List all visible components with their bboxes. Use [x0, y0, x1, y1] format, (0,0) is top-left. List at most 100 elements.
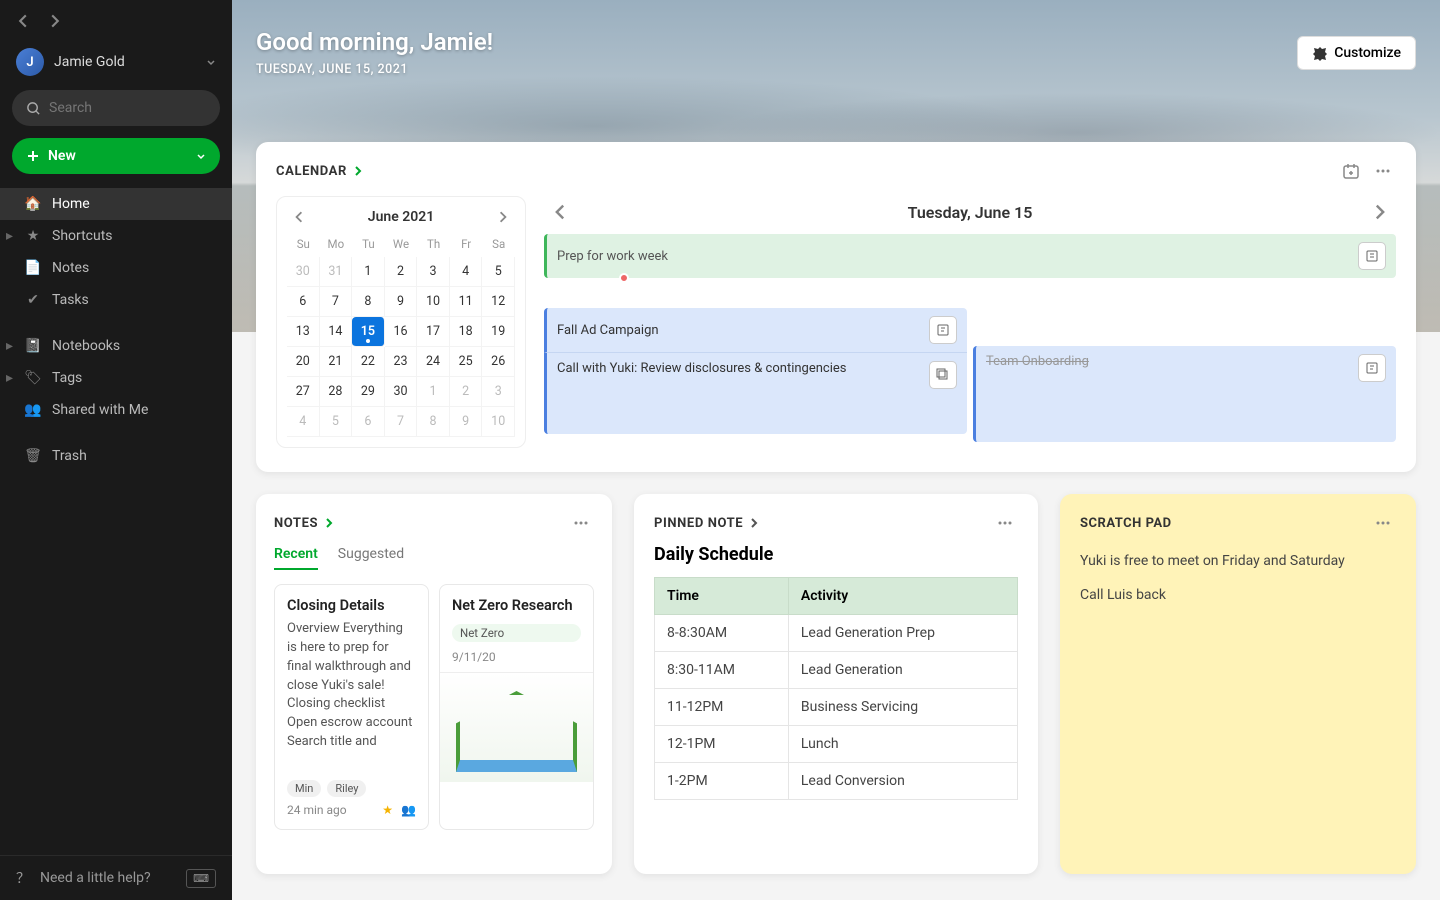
calendar-day[interactable]: 3: [482, 377, 515, 407]
note-card-netzero[interactable]: Net Zero Research Net Zero 9/11/20: [439, 584, 594, 830]
avatar: J: [16, 48, 44, 76]
sidebar-item-trash[interactable]: 🗑Trash: [0, 440, 232, 472]
tab-recent[interactable]: Recent: [274, 546, 318, 570]
calendar-day[interactable]: 7: [385, 407, 418, 437]
calendar-day[interactable]: 18: [450, 317, 483, 347]
caret-icon: ▸: [6, 228, 18, 244]
nav-forward-icon[interactable]: [48, 14, 62, 28]
note-tag: Net Zero: [452, 624, 581, 642]
calendar-widget: CALENDAR June 2021 SuMoTuWeThFrSa3031123…: [256, 142, 1416, 472]
calendar-day[interactable]: 24: [417, 347, 450, 377]
month-prev-icon[interactable]: [293, 211, 305, 223]
cell-time: 8:30-11AM: [655, 652, 789, 689]
search-box[interactable]: [12, 90, 220, 126]
calendar-day[interactable]: 11: [450, 287, 483, 317]
sidebar-item-notes[interactable]: 📄Notes: [0, 252, 232, 284]
calendar-day[interactable]: 2: [385, 257, 418, 287]
calendar-day[interactable]: 6: [287, 287, 320, 317]
more-icon[interactable]: [992, 510, 1018, 536]
calendar-day[interactable]: 10: [417, 287, 450, 317]
customize-label: Customize: [1334, 45, 1401, 61]
event-label: Call with Yuki: Review disclosures & con…: [557, 361, 846, 376]
widget-title: SCRATCH PAD: [1080, 516, 1172, 531]
calendar-day[interactable]: 12: [482, 287, 515, 317]
calendar-day[interactable]: 13: [287, 317, 320, 347]
calendar-day[interactable]: 19: [482, 317, 515, 347]
chevron-right-icon[interactable]: [749, 518, 759, 528]
calendar-day[interactable]: 9: [450, 407, 483, 437]
dow-label: We: [385, 233, 418, 257]
help-footer[interactable]: ？ Need a little help? ⌨: [0, 855, 232, 900]
calendar-day[interactable]: 27: [287, 377, 320, 407]
chevron-right-icon[interactable]: [353, 166, 363, 176]
note-card-closing[interactable]: Closing Details Overview Everything is h…: [274, 584, 429, 830]
event-prep[interactable]: Prep for work week: [544, 234, 1396, 278]
calendar-day[interactable]: 8: [352, 287, 385, 317]
calendar-day[interactable]: 15: [352, 317, 385, 347]
nav-back-icon[interactable]: [16, 14, 30, 28]
linked-note-icon[interactable]: [1358, 242, 1386, 270]
month-next-icon[interactable]: [497, 211, 509, 223]
event-onboarding[interactable]: Team Onboarding: [973, 346, 1396, 442]
note-icon: 📄: [24, 260, 42, 276]
user-menu[interactable]: J Jamie Gold: [0, 42, 232, 90]
calendar-day[interactable]: 1: [352, 257, 385, 287]
more-icon[interactable]: [1370, 510, 1396, 536]
calendar-day[interactable]: 1: [417, 377, 450, 407]
pinned-heading: Daily Schedule: [654, 544, 1018, 565]
calendar-day[interactable]: 31: [320, 257, 353, 287]
calendar-day[interactable]: 21: [320, 347, 353, 377]
keyboard-icon: ⌨: [186, 869, 216, 888]
more-icon[interactable]: [1370, 158, 1396, 184]
calendar-day[interactable]: 7: [320, 287, 353, 317]
calendar-day[interactable]: 28: [320, 377, 353, 407]
calendar-add-icon[interactable]: [1338, 158, 1364, 184]
event-fall[interactable]: Fall Ad Campaign: [544, 308, 967, 352]
calendar-day[interactable]: 4: [287, 407, 320, 437]
sidebar-item-notebooks[interactable]: ▸📓Notebooks: [0, 330, 232, 362]
th-time: Time: [655, 578, 789, 615]
calendar-day[interactable]: 30: [385, 377, 418, 407]
calendar-day[interactable]: 14: [320, 317, 353, 347]
scratch-content[interactable]: Yuki is free to meet on Friday and Satur…: [1080, 550, 1396, 608]
calendar-day[interactable]: 2: [450, 377, 483, 407]
calendar-day[interactable]: 4: [450, 257, 483, 287]
calendar-day[interactable]: 17: [417, 317, 450, 347]
linked-note-icon[interactable]: [1358, 354, 1386, 382]
sidebar-item-shared[interactable]: 👥Shared with Me: [0, 394, 232, 426]
sidebar-item-tasks[interactable]: ✔Tasks: [0, 284, 232, 316]
sidebar-item-home[interactable]: 🏠Home: [0, 188, 232, 220]
event-label: Fall Ad Campaign: [557, 323, 659, 338]
shared-icon: 👥: [401, 803, 416, 817]
linked-note-icon[interactable]: [929, 316, 957, 344]
calendar-day[interactable]: 3: [417, 257, 450, 287]
chevron-right-icon[interactable]: [324, 518, 334, 528]
sidebar-item-label: Shared with Me: [52, 402, 148, 418]
greeting-title: Good morning, Jamie!: [256, 28, 493, 56]
customize-button[interactable]: Customize: [1297, 36, 1416, 70]
day-next-icon[interactable]: [1368, 200, 1392, 224]
calendar-day[interactable]: 6: [352, 407, 385, 437]
calendar-day[interactable]: 16: [385, 317, 418, 347]
calendar-day[interactable]: 5: [320, 407, 353, 437]
calendar-day[interactable]: 29: [352, 377, 385, 407]
tab-suggested[interactable]: Suggested: [338, 546, 404, 570]
calendar-day[interactable]: 8: [417, 407, 450, 437]
calendar-day[interactable]: 20: [287, 347, 320, 377]
new-button[interactable]: New: [12, 138, 220, 174]
more-icon[interactable]: [568, 510, 594, 536]
sidebar-item-shortcuts[interactable]: ▸★Shortcuts: [0, 220, 232, 252]
linked-note-icon[interactable]: [929, 361, 957, 389]
calendar-day[interactable]: 10: [482, 407, 515, 437]
event-call[interactable]: Call with Yuki: Review disclosures & con…: [544, 352, 967, 434]
calendar-day[interactable]: 26: [482, 347, 515, 377]
calendar-day[interactable]: 30: [287, 257, 320, 287]
calendar-day[interactable]: 9: [385, 287, 418, 317]
calendar-day[interactable]: 23: [385, 347, 418, 377]
calendar-day[interactable]: 25: [450, 347, 483, 377]
sidebar-item-tags[interactable]: ▸🏷Tags: [0, 362, 232, 394]
calendar-day[interactable]: 22: [352, 347, 385, 377]
calendar-day[interactable]: 5: [482, 257, 515, 287]
search-input[interactable]: [49, 100, 227, 116]
day-prev-icon[interactable]: [548, 200, 572, 224]
